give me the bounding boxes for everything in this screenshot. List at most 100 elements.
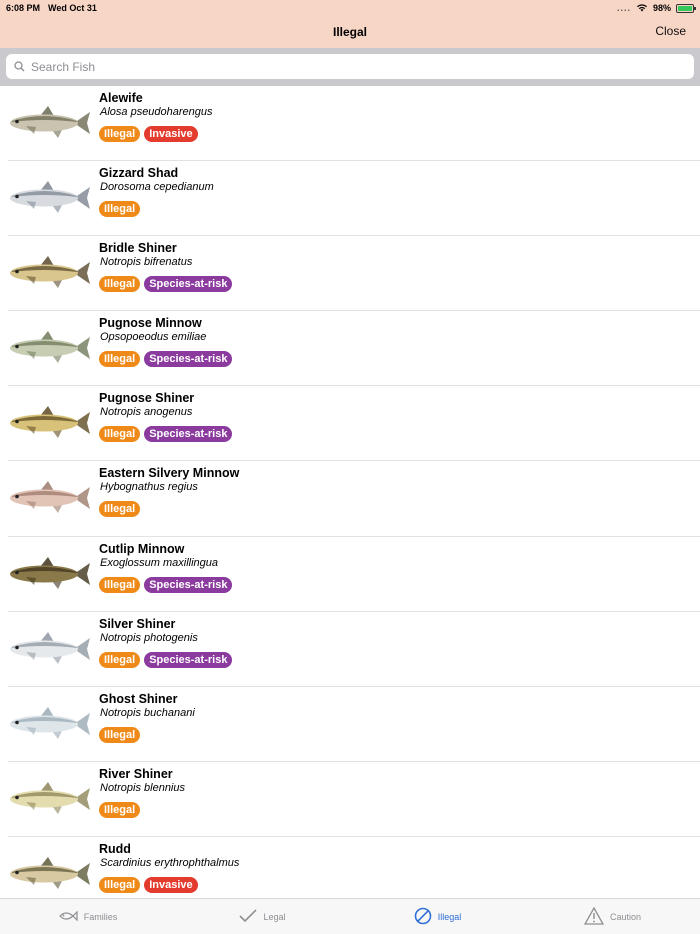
fish-scientific-name: Notropis bifrenatus (100, 256, 193, 269)
fish-row[interactable]: Ghost Shiner Notropis buchanani Illegal (8, 687, 700, 762)
fish-row[interactable]: Silver Shiner Notropis photogenis Illegal S… (8, 612, 700, 687)
fish-tags: Illegal Invasive (99, 876, 198, 893)
fish-common-name: Alewife (99, 91, 143, 105)
battery-level (678, 5, 692, 11)
search-bar (0, 48, 700, 86)
fish-tags: Illegal (99, 726, 141, 743)
tag-sar-badge: Species-at-risk (144, 426, 233, 443)
fish-common-name: Eastern Silvery Minnow (99, 466, 240, 481)
battery-icon (676, 3, 696, 13)
fish-tags: Illegal (99, 501, 141, 518)
status-time: 6:08 PM (6, 3, 41, 13)
fish-scientific-name: Notropis buchanani (100, 706, 195, 719)
search-field[interactable] (6, 54, 694, 79)
tag-illegal-badge: Illegal (99, 801, 141, 818)
fish-common-name: Cutlip Minnow (99, 541, 185, 556)
fish-scientific-name: Exoglossum maxillingua (100, 556, 218, 569)
tag-invasive-badge: Invasive (144, 126, 198, 142)
tag-illegal-badge: Illegal (99, 576, 141, 593)
tab-illegal[interactable]: Illegal (350, 899, 525, 934)
status-bar: 6:08 PM Wed Oct 31 .... 98% (0, 0, 700, 16)
fish-common-name: Pugnose Shiner (99, 391, 195, 406)
fish-tags: Illegal (99, 201, 141, 218)
fish-common-name: Ghost Shiner (99, 691, 178, 706)
fish-common-name: Rudd (99, 841, 131, 856)
fish-row[interactable]: Bridle Shiner Notropis bifrenatus Illegal S… (8, 236, 700, 312)
tag-illegal-badge: Illegal (99, 276, 141, 293)
fish-photo (10, 406, 90, 439)
tag-illegal-badge: Illegal (99, 651, 141, 668)
fish-scientific-name: Notropis photogenis (100, 631, 198, 644)
fish-photo (10, 256, 90, 289)
tab-families[interactable]: Families (0, 899, 175, 934)
fish-photo (10, 781, 90, 814)
fish-row[interactable]: Gizzard Shad Dorosoma cepedianum Illegal (8, 161, 700, 237)
fish-photo (10, 631, 90, 664)
fish-row[interactable]: Pugnose Shiner Notropis anogenus Illegal Sp… (8, 386, 700, 462)
fish-common-name: River Shiner (99, 766, 173, 781)
status-indicators: .... 98% (616, 3, 696, 14)
search-icon (14, 61, 25, 72)
tag-illegal-badge: Illegal (99, 726, 141, 743)
status-date: Wed Oct 31 (48, 3, 97, 13)
navigation-bar: Illegal Close (0, 16, 700, 48)
fish-common-name: Bridle Shiner (99, 241, 177, 256)
fish-scientific-name: Notropis anogenus (100, 406, 193, 419)
fish-row[interactable]: Alewife Alosa pseudoharengus Illegal Invasi… (8, 86, 700, 162)
tab-legal[interactable]: Legal (175, 899, 350, 934)
fish-tags: Illegal Invasive (99, 126, 198, 142)
fish-tags: Illegal Species-at-risk (99, 351, 233, 368)
fish-tags: Illegal Species-at-risk (99, 276, 233, 293)
wifi-icon (636, 3, 648, 14)
tag-illegal-badge: Illegal (99, 201, 141, 218)
fish-row[interactable]: Pugnose Minnow Opsopoeodus emiliae Illegal… (8, 311, 700, 387)
tag-illegal-badge: Illegal (99, 351, 141, 368)
fish-tags: Illegal (99, 801, 141, 818)
fish-common-name: Silver Shiner (99, 616, 176, 631)
prohibited-icon (414, 907, 432, 927)
fish-tags: Illegal Species-at-risk (99, 576, 233, 593)
fish-scientific-name: Scardinius erythrophthalmus (100, 856, 240, 869)
fish-scientific-name: Alosa pseudoharengus (100, 106, 213, 118)
tag-illegal-badge: Illegal (99, 501, 141, 518)
warning-icon (583, 906, 605, 927)
fish-photo (10, 331, 90, 364)
close-button[interactable]: Close (655, 24, 686, 38)
fish-scientific-name: Opsopoeodus emiliae (100, 331, 207, 344)
search-input[interactable] (31, 59, 686, 74)
tab-label: Illegal (437, 911, 462, 922)
fish-icon (58, 910, 78, 924)
fish-row[interactable]: Rudd Scardinius erythrophthalmus Illegal In… (8, 837, 700, 898)
fish-common-name: Gizzard Shad (99, 166, 179, 181)
fish-row[interactable]: River Shiner Notropis blennius Illegal (8, 762, 700, 837)
battery-percent: 98% (652, 3, 671, 13)
fish-list[interactable]: Alewife Alosa pseudoharengus Illegal Invasi… (0, 86, 700, 898)
fish-photo (10, 481, 90, 514)
fish-tags: Illegal Species-at-risk (99, 426, 233, 443)
cellular-dots-icon: .... (616, 3, 631, 13)
checkmark-icon (239, 908, 258, 925)
fish-row[interactable]: Cutlip Minnow Exoglossum maxillingua Illeg… (8, 537, 700, 612)
tag-sar-badge: Species-at-risk (144, 651, 233, 668)
fish-photo (10, 181, 90, 214)
tag-illegal-badge: Illegal (99, 876, 141, 893)
fish-photo (10, 856, 90, 889)
fish-photo (10, 106, 90, 138)
tag-sar-badge: Species-at-risk (144, 351, 233, 368)
tab-label: Legal (263, 911, 286, 922)
fish-scientific-name: Notropis blennius (100, 781, 185, 794)
fish-tags: Illegal Species-at-risk (99, 651, 233, 668)
tab-label: Families (83, 911, 118, 922)
tab-caution[interactable]: Caution (525, 899, 700, 934)
fish-row[interactable]: Eastern Silvery Minnow Hybognathus regius… (8, 461, 700, 537)
fish-photo (10, 556, 90, 589)
fish-scientific-name: Dorosoma cepedianum (100, 181, 214, 194)
tag-sar-badge: Species-at-risk (144, 576, 233, 593)
fish-common-name: Pugnose Minnow (99, 316, 202, 331)
tab-label: Caution (609, 911, 642, 922)
tag-illegal-badge: Illegal (99, 426, 141, 443)
fish-photo (10, 706, 90, 739)
tab-bar: Families Legal Illegal Caution (0, 898, 700, 934)
tag-invasive-badge: Invasive (144, 876, 198, 893)
tag-illegal-badge: Illegal (99, 126, 141, 142)
